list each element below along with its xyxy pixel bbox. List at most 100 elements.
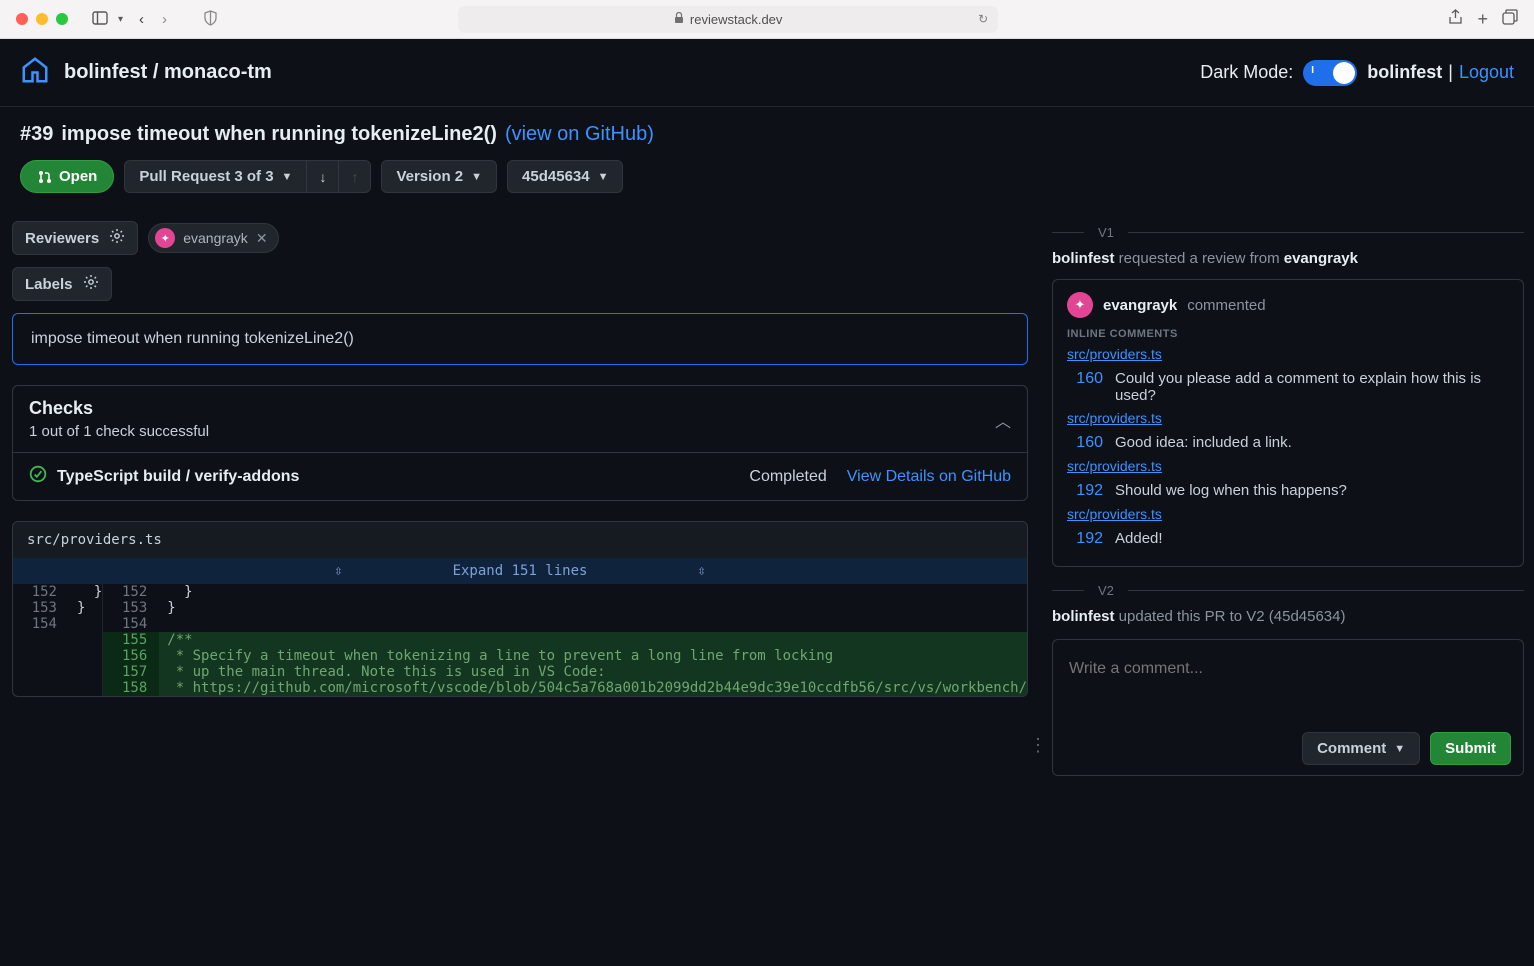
comment-compose-box: Comment ▼ Submit xyxy=(1052,639,1524,776)
inline-comment-item[interactable]: 192Should we log when this happens? xyxy=(1067,482,1509,500)
caret-down-icon: ▼ xyxy=(471,171,482,183)
tabs-icon[interactable] xyxy=(1502,9,1518,30)
inline-comment-text: Added! xyxy=(1115,530,1509,548)
logout-link[interactable]: Logout xyxy=(1459,62,1514,83)
inline-comment-item[interactable]: 160Good idea: included a link. xyxy=(1067,434,1509,452)
expand-icon: ⇳ xyxy=(334,563,342,579)
window-minimize-button[interactable] xyxy=(36,13,48,25)
version-dropdown[interactable]: Version 2 ▼ xyxy=(381,160,497,193)
inline-comment-item[interactable]: 192Added! xyxy=(1067,530,1509,548)
repo-owner: bolinfest xyxy=(64,61,147,83)
chevron-down-icon[interactable]: ▾ xyxy=(114,14,127,25)
version-divider-v2: V2 xyxy=(1052,583,1524,598)
line-number: 154 xyxy=(13,616,69,632)
left-pane[interactable]: Reviewers ✦ evangrayk ✕ Labels impose ti… xyxy=(0,211,1030,960)
git-pull-request-icon xyxy=(37,169,53,185)
diff-line[interactable]: 154 xyxy=(103,616,1027,632)
refresh-icon[interactable]: ↻ xyxy=(978,12,988,26)
new-tab-icon[interactable]: + xyxy=(1477,9,1488,30)
labels-button[interactable]: Labels xyxy=(12,267,112,301)
window-close-button[interactable] xyxy=(16,13,28,25)
diff-right-side: 152 }153}154155/**156 * Specify a timeou… xyxy=(103,584,1027,696)
commit-dropdown[interactable]: 45d45634 ▼ xyxy=(507,160,623,193)
line-code: } xyxy=(159,584,1027,600)
pr-selector-group: Pull Request 3 of 3 ▼ ↓ ↑ xyxy=(124,160,371,193)
timeline-review-request: bolinfest requested a review from evangr… xyxy=(1052,250,1524,267)
diff-line[interactable]: 158 * https://github.com/microsoft/vscod… xyxy=(103,680,1027,696)
line-number: 158 xyxy=(103,680,159,696)
checks-panel: Checks 1 out of 1 check successful ︿ Typ… xyxy=(12,385,1028,501)
submit-button[interactable]: Submit xyxy=(1430,732,1511,765)
check-status: Completed xyxy=(749,468,826,486)
home-icon[interactable] xyxy=(20,55,50,90)
diff-line[interactable]: 156 * Specify a timeout when tokenizing … xyxy=(103,648,1027,664)
reviewers-row: Reviewers ✦ evangrayk ✕ xyxy=(10,221,1030,255)
lock-icon xyxy=(674,12,684,27)
window-maximize-button[interactable] xyxy=(56,13,68,25)
sidebar-toggle-icon[interactable] xyxy=(88,11,112,28)
pr-controls: Open Pull Request 3 of 3 ▼ ↓ ↑ Version 2… xyxy=(20,160,1514,211)
source-file-link[interactable]: src/providers.ts xyxy=(1067,506,1162,522)
comment-type-dropdown[interactable]: Comment ▼ xyxy=(1302,732,1420,765)
inline-comment-item[interactable]: 160Could you please add a comment to exp… xyxy=(1067,370,1509,404)
line-code xyxy=(69,616,102,632)
chevron-up-icon[interactable]: ︿ xyxy=(995,408,1011,432)
repo-path[interactable]: bolinfest / monaco-tm xyxy=(64,61,272,84)
main-split: Reviewers ✦ evangrayk ✕ Labels impose ti… xyxy=(0,211,1534,960)
pr-nav-up-button[interactable]: ↑ xyxy=(338,160,371,193)
diff-line[interactable]: 152 } xyxy=(103,584,1027,600)
diff-line[interactable]: 152 } xyxy=(13,584,102,600)
caret-down-icon: ▼ xyxy=(598,171,609,183)
line-number: 156 xyxy=(103,648,159,664)
pr-nav-down-button[interactable]: ↓ xyxy=(306,160,338,193)
inline-line-number: 192 xyxy=(1067,482,1103,500)
pr-number: #39 xyxy=(20,123,53,146)
diff-line[interactable]: 155/** xyxy=(103,632,1027,648)
line-code: * https://github.com/microsoft/vscode/bl… xyxy=(159,680,1027,696)
source-file-link[interactable]: src/providers.ts xyxy=(1067,346,1162,362)
view-on-github-link[interactable]: (view on GitHub) xyxy=(505,123,654,146)
diff-line[interactable]: 157 * up the main thread. Note this is u… xyxy=(103,664,1027,680)
diff-line[interactable]: 154 xyxy=(13,616,102,632)
pr-selector-dropdown[interactable]: Pull Request 3 of 3 ▼ xyxy=(124,160,306,193)
avatar: ✦ xyxy=(1067,292,1093,318)
nav-back-button[interactable]: ‹ xyxy=(133,11,150,28)
pr-state-badge[interactable]: Open xyxy=(20,160,114,193)
check-details-link[interactable]: View Details on GitHub xyxy=(847,468,1011,486)
inline-comment-text: Could you please add a comment to explai… xyxy=(1115,370,1509,404)
labels-row: Labels xyxy=(10,267,1030,301)
line-code xyxy=(159,616,1027,632)
version-divider-v1: V1 xyxy=(1052,225,1524,240)
commit-message-box[interactable]: impose timeout when running tokenizeLine… xyxy=(12,313,1028,365)
diff-line[interactable]: 153} xyxy=(13,600,102,616)
check-success-icon xyxy=(29,465,47,488)
timeline-update: bolinfest updated this PR to V2 (45d4563… xyxy=(1052,608,1524,625)
dark-mode-toggle[interactable]: I xyxy=(1303,60,1357,86)
line-number: 153 xyxy=(103,600,159,616)
source-file-link[interactable]: src/providers.ts xyxy=(1067,458,1162,474)
inline-comment-text: Good idea: included a link. xyxy=(1115,434,1509,452)
share-icon[interactable] xyxy=(1448,9,1463,30)
source-file-link[interactable]: src/providers.ts xyxy=(1067,410,1162,426)
comment-author: evangrayk xyxy=(1103,297,1177,314)
line-code: } xyxy=(69,584,102,600)
line-number: 157 xyxy=(103,664,159,680)
review-comment-card: ✦ evangrayk commented INLINE COMMENTS sr… xyxy=(1052,279,1524,567)
nav-forward-button[interactable]: › xyxy=(156,11,173,28)
right-pane[interactable]: V1 bolinfest requested a review from eva… xyxy=(1046,211,1534,960)
line-number: 152 xyxy=(13,584,69,600)
address-bar[interactable]: reviewstack.dev ↻ xyxy=(458,6,998,33)
line-code: } xyxy=(159,600,1027,616)
line-code: * Specify a timeout when tokenizing a li… xyxy=(159,648,1027,664)
split-drag-handle[interactable]: ⋮ xyxy=(1030,211,1046,960)
comment-input[interactable] xyxy=(1065,650,1511,728)
reviewers-button[interactable]: Reviewers xyxy=(12,221,138,255)
reviewer-chip[interactable]: ✦ evangrayk ✕ xyxy=(148,223,278,253)
expand-icon: ⇳ xyxy=(697,563,705,579)
expand-lines-row[interactable]: ⇳ Expand 151 lines ⇳ xyxy=(13,558,1027,584)
remove-reviewer-icon[interactable]: ✕ xyxy=(256,230,268,247)
diff-line[interactable]: 153} xyxy=(103,600,1027,616)
shield-icon[interactable] xyxy=(203,10,218,29)
pr-title: impose timeout when running tokenizeLine… xyxy=(61,123,497,146)
line-number: 154 xyxy=(103,616,159,632)
